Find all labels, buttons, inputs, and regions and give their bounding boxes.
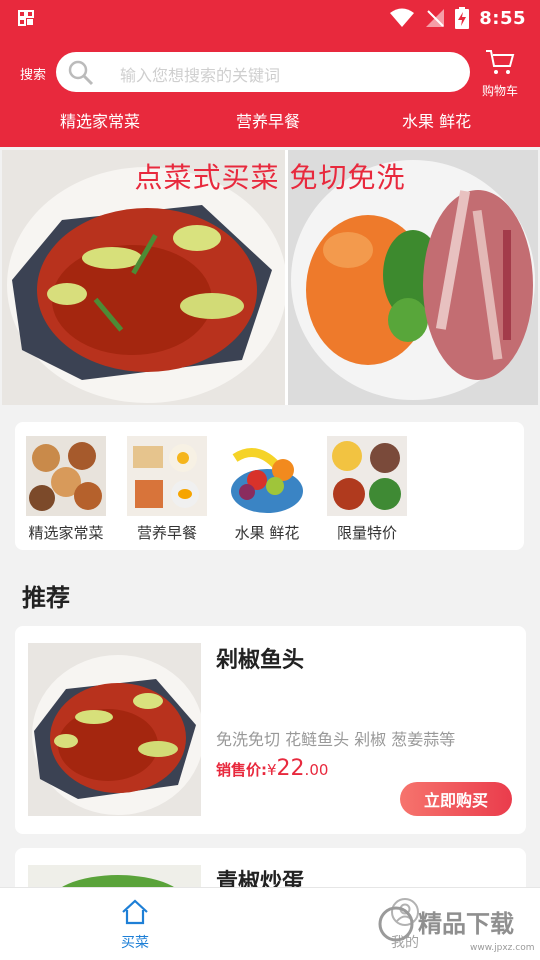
banner-caption: 点菜式买菜 免切免洗 (134, 161, 406, 194)
category-fruit-flowers[interactable]: 水果 鲜花 (221, 436, 313, 543)
category-thumb (227, 436, 307, 516)
currency-symbol: ¥ (267, 761, 277, 779)
no-signal-icon (426, 9, 445, 27)
battery-charging-icon (455, 7, 470, 29)
watermark-text: 精品下载 (418, 910, 514, 938)
price-decimal: .00 (304, 761, 329, 779)
cart-icon (486, 50, 515, 74)
category-label: 营养早餐 (136, 524, 197, 542)
product-price: 销售价:¥22.00 (216, 756, 328, 781)
section-title: 推荐 (22, 584, 70, 612)
category-nav: 精选家常菜 营养早餐 水果 鲜花 (0, 108, 540, 136)
category-breakfast[interactable]: 营养早餐 (121, 436, 213, 543)
notification-grid-icon (18, 10, 34, 26)
category-thumb (127, 436, 207, 516)
cart-button[interactable]: 购物车 (478, 48, 522, 99)
category-grid: 精选家常菜 营养早餐 水果 鲜花 限量特价 (15, 422, 524, 550)
search-icon (68, 60, 94, 86)
tab-label: 买菜 (121, 935, 149, 951)
product-card[interactable]: 剁椒鱼头 免洗免切 花鲢鱼头 剁椒 葱姜蒜等 销售价:¥22.00 立即购买 (15, 626, 526, 834)
clock: 8:55 (479, 7, 526, 29)
tab-buy-groceries[interactable]: 买菜 (95, 898, 175, 952)
product-name: 剁椒鱼头 (216, 648, 305, 673)
price-label: 销售价: (216, 761, 267, 779)
nav-item-fruit-flowers[interactable]: 水果 鲜花 (402, 108, 471, 132)
category-label: 精选家常菜 (28, 524, 104, 542)
category-label: 限量特价 (336, 524, 397, 542)
cart-label: 购物车 (481, 84, 518, 98)
header: 搜索 输入您想搜索的关键词 购物车 精选家常菜 营养早餐 水果 鲜花 (0, 36, 540, 147)
category-label: 水果 鲜花 (234, 524, 300, 542)
category-limited-offer[interactable]: 限量特价 (321, 436, 413, 543)
search-placeholder: 输入您想搜索的关键词 (120, 66, 281, 85)
nav-item-home-dishes[interactable]: 精选家常菜 (60, 108, 140, 132)
product-description: 免洗免切 花鲢鱼头 剁椒 葱姜蒜等 (216, 730, 456, 749)
category-home-dishes[interactable]: 精选家常菜 (20, 436, 112, 543)
promo-banner[interactable]: 点菜式买菜 免切免洗 (2, 150, 538, 405)
nav-item-breakfast[interactable]: 营养早餐 (236, 108, 300, 132)
search-input[interactable]: 输入您想搜索的关键词 (56, 52, 470, 92)
category-thumb (26, 436, 106, 516)
watermark-url: www.jpxz.com (470, 943, 534, 953)
price-integer: 22 (276, 756, 305, 781)
product-image (28, 643, 201, 816)
category-thumb (327, 436, 407, 516)
status-bar: 8:55 (0, 0, 540, 36)
home-icon (122, 899, 148, 925)
buy-now-button[interactable]: 立即购买 (400, 782, 512, 816)
watermark-logo: 精品下载 www.jpxz.com (376, 894, 536, 956)
wifi-icon (390, 8, 415, 27)
search-label: 搜索 (20, 68, 47, 83)
